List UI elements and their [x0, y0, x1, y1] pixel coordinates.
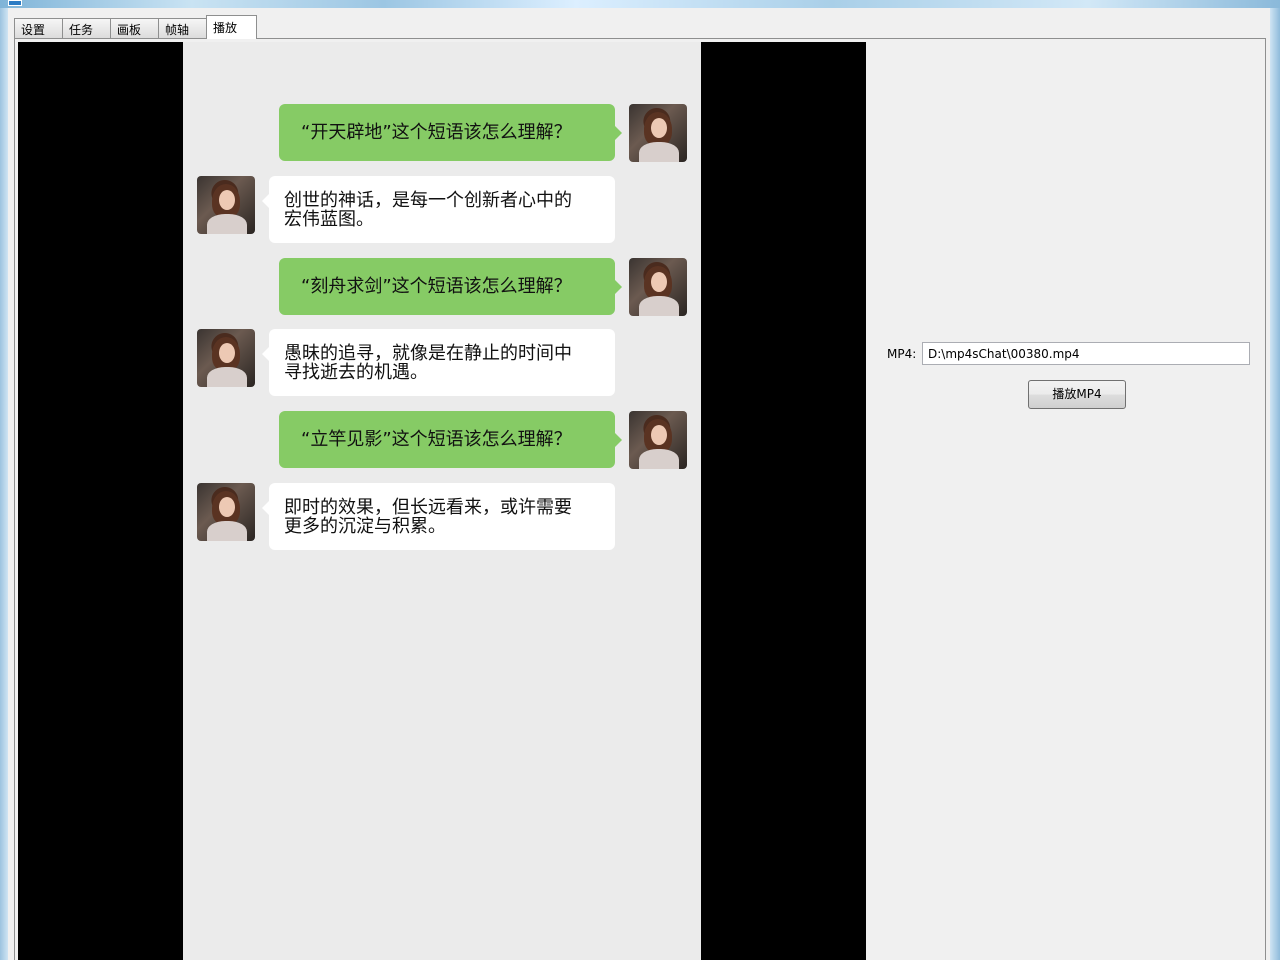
avatar — [629, 258, 687, 316]
mp4-path-input[interactable] — [922, 342, 1250, 365]
chat-message: 即时的效果，但长远看来，或许需要 更多的沉淀与积累。 — [183, 483, 701, 551]
tab-label: 任务 — [69, 23, 94, 37]
message-text: 即时的效果，但长远看来，或许需要 — [284, 497, 572, 518]
play-mp4-button[interactable]: 播放MP4 — [1028, 380, 1126, 409]
app-icon — [8, 0, 22, 6]
message-text: 更多的沉淀与积累。 — [284, 516, 446, 537]
avatar — [629, 104, 687, 162]
avatar — [197, 483, 255, 541]
message-text: 创世的神话，是每一个创新者心中的 — [284, 190, 572, 211]
tab-label: 画板 — [117, 23, 142, 37]
tab-tasks[interactable]: 任务 — [62, 18, 111, 38]
avatar — [197, 329, 255, 387]
message-text: “刻舟求剑”这个短语该怎么理解？ — [301, 276, 572, 297]
avatar — [197, 176, 255, 234]
message-text: 愚昧的追寻，就像是在静止的时间中 — [284, 343, 572, 364]
chat-bubble-left: 创世的神话，是每一个创新者心中的 宏伟蓝图。 — [262, 176, 615, 243]
tab-label: 播放 — [213, 21, 238, 35]
chat-bubble-right: “立竿见影”这个短语该怎么理解？ — [279, 411, 622, 468]
tab-label: 设置 — [21, 23, 46, 37]
chat-message: 创世的神话，是每一个创新者心中的 宏伟蓝图。 — [183, 176, 701, 244]
message-text: “开天辟地”这个短语该怎么理解？ — [301, 122, 572, 143]
tab-settings[interactable]: 设置 — [14, 18, 63, 38]
chat-preview: “开天辟地”这个短语该怎么理解？ 创世的神话，是每一个创新者心中的 宏伟蓝图。 … — [183, 42, 701, 960]
message-text: 寻找逝去的机遇。 — [284, 362, 428, 383]
message-text: 宏伟蓝图。 — [284, 209, 374, 230]
window-titlebar — [0, 0, 1280, 8]
tab-timeline[interactable]: 帧轴 — [158, 18, 207, 38]
avatar — [629, 411, 687, 469]
tab-play[interactable]: 播放 — [206, 15, 257, 39]
chat-message: “开天辟地”这个短语该怎么理解？ — [183, 104, 701, 162]
chat-bubble-left: 即时的效果，但长远看来，或许需要 更多的沉淀与积累。 — [262, 483, 615, 550]
chat-bubble-right: “开天辟地”这个短语该怎么理解？ — [279, 104, 622, 161]
message-text: “立竿见影”这个短语该怎么理解？ — [301, 429, 572, 450]
chat-message: “刻舟求剑”这个短语该怎么理解？ — [183, 258, 701, 316]
window-frame-left — [0, 8, 8, 960]
window-frame-right — [1270, 8, 1280, 960]
chat-bubble-right: “刻舟求剑”这个短语该怎么理解？ — [279, 258, 622, 315]
chat-message: “立竿见影”这个短语该怎么理解？ — [183, 411, 701, 469]
chat-message: 愚昧的追寻，就像是在静止的时间中 寻找逝去的机遇。 — [183, 329, 701, 397]
mp4-label: MP4: — [887, 347, 917, 361]
chat-bubble-left: 愚昧的追寻，就像是在静止的时间中 寻找逝去的机遇。 — [262, 329, 615, 396]
tab-label: 帧轴 — [165, 23, 190, 37]
tab-canvas[interactable]: 画板 — [110, 18, 159, 38]
